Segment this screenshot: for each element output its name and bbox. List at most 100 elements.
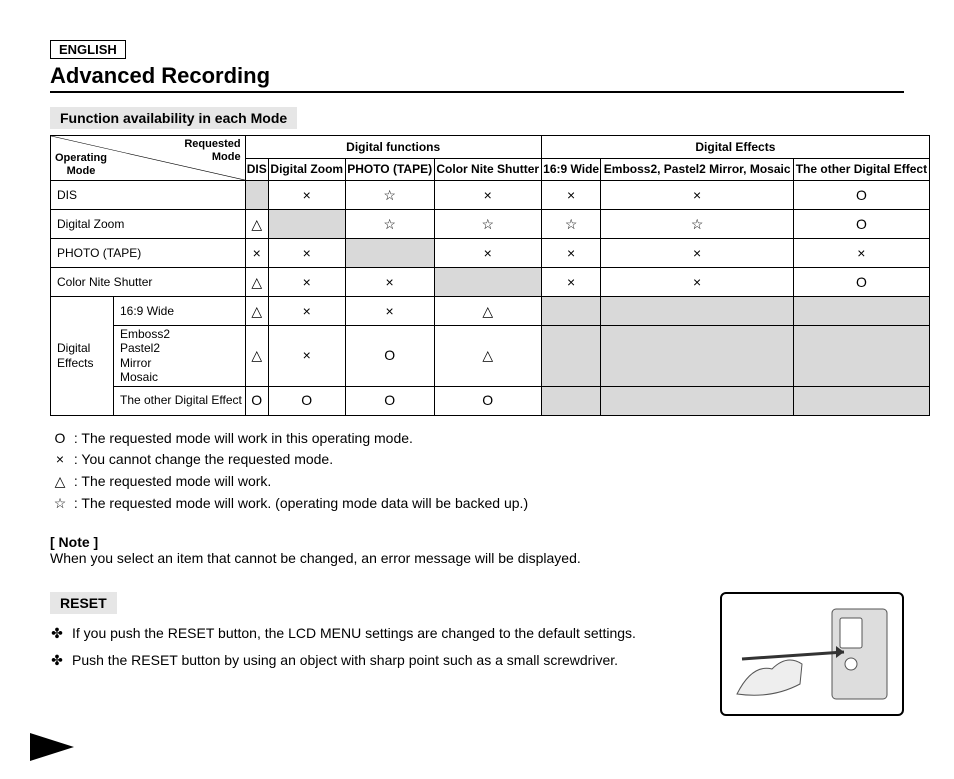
legend-block: O : The requested mode will work in this… xyxy=(50,428,904,515)
legend-text-star: The requested mode will work. (operating… xyxy=(81,495,528,511)
reset-bullet-list: ✤ If you push the RESET button, the LCD M… xyxy=(50,622,706,671)
cell: △ xyxy=(434,297,541,326)
legend-text-x: You cannot change the requested mode. xyxy=(81,451,333,467)
reset-bullet-2: Push the RESET button by using an object… xyxy=(72,649,618,671)
cell: × xyxy=(268,268,345,297)
table-row: DIS × ☆ × × × O xyxy=(51,181,930,210)
manual-page: ENGLISH Advanced Recording Function avai… xyxy=(0,0,954,716)
row-emboss-group: Emboss2 Pastel2 Mirror Mosaic xyxy=(114,326,246,387)
cell: ☆ xyxy=(345,210,434,239)
table-row: Digital Effects 16:9 Wide △ × × △ xyxy=(51,297,930,326)
cell: △ xyxy=(434,326,541,387)
cell-shaded xyxy=(345,239,434,268)
row-photo-tape: PHOTO (TAPE) xyxy=(51,239,246,268)
cell: O xyxy=(345,326,434,387)
section-header-availability: Function availability in each Mode xyxy=(50,107,297,129)
reset-illustration-svg xyxy=(732,604,892,704)
cell-shaded xyxy=(541,326,601,387)
cell: O xyxy=(793,268,929,297)
col-digital-zoom: Digital Zoom xyxy=(268,158,345,181)
table-row: Emboss2 Pastel2 Mirror Mosaic △ × O △ xyxy=(51,326,930,387)
col-other-effect: The other Digital Effect xyxy=(793,158,929,181)
table-row: The other Digital Effect O O O O xyxy=(51,386,930,415)
reset-bullet-1: If you push the RESET button, the LCD ME… xyxy=(72,622,636,644)
cell: × xyxy=(268,181,345,210)
legend-icon-triangle: △ xyxy=(50,471,70,493)
col-dis: DIS xyxy=(245,158,268,181)
cell: × xyxy=(268,297,345,326)
cell-shaded xyxy=(601,326,793,387)
row-color-nite: Color Nite Shutter xyxy=(51,268,246,297)
cell-shaded xyxy=(434,268,541,297)
cell: × xyxy=(345,297,434,326)
cell: O xyxy=(793,210,929,239)
legend-icon-o: O xyxy=(50,428,70,450)
page-title: Advanced Recording xyxy=(50,63,904,93)
cell: × xyxy=(541,268,601,297)
page-number: 52 xyxy=(80,738,93,752)
cell: O xyxy=(245,386,268,415)
header-requested-mode: Requested Mode xyxy=(184,138,240,164)
cell-shaded xyxy=(541,297,601,326)
reset-illustration xyxy=(720,592,904,716)
cell: ☆ xyxy=(345,181,434,210)
header-operating-mode: Operating Mode xyxy=(55,152,107,178)
cell: O xyxy=(793,181,929,210)
availability-table: Requested Mode Operating Mode Digital fu… xyxy=(50,135,930,416)
cell-shaded xyxy=(601,297,793,326)
cell-shaded xyxy=(268,210,345,239)
col-photo-tape: PHOTO (TAPE) xyxy=(345,158,434,181)
cell: × xyxy=(541,239,601,268)
row-169-wide: 16:9 Wide xyxy=(114,297,246,326)
cell: × xyxy=(434,239,541,268)
row-dis: DIS xyxy=(51,181,246,210)
cell: ☆ xyxy=(541,210,601,239)
cell: O xyxy=(434,386,541,415)
cell: ☆ xyxy=(601,210,793,239)
section-header-reset: RESET xyxy=(50,592,117,614)
col-emboss-group: Emboss2, Pastel2 Mirror, Mosaic xyxy=(601,158,793,181)
table-row: PHOTO (TAPE) × × × × × × xyxy=(51,239,930,268)
bullet-icon: ✤ xyxy=(50,622,64,644)
cell: × xyxy=(601,239,793,268)
note-block: [ Note ] When you select an item that ca… xyxy=(50,534,904,566)
note-label: [ Note ] xyxy=(50,534,904,550)
legend-text-triangle: The requested mode will work. xyxy=(81,473,271,489)
language-label: ENGLISH xyxy=(50,40,126,59)
row-group-digital-effects: Digital Effects xyxy=(51,297,114,416)
legend-icon-star: ☆ xyxy=(50,493,70,515)
cell-shaded xyxy=(793,326,929,387)
cell: △ xyxy=(245,326,268,387)
cell: O xyxy=(268,386,345,415)
cell-shaded xyxy=(793,297,929,326)
table-row: Color Nite Shutter △ × × × × O xyxy=(51,268,930,297)
legend-icon-x: × xyxy=(50,449,70,471)
cell-shaded xyxy=(245,181,268,210)
cell: ☆ xyxy=(434,210,541,239)
cell: × xyxy=(268,326,345,387)
header-digital-functions: Digital functions xyxy=(245,136,541,159)
cell: × xyxy=(268,239,345,268)
cell: × xyxy=(601,268,793,297)
bullet-icon: ✤ xyxy=(50,649,64,671)
row-digital-zoom: Digital Zoom xyxy=(51,210,246,239)
diagonal-header-cell: Requested Mode Operating Mode xyxy=(51,136,246,181)
col-169-wide: 16:9 Wide xyxy=(541,158,601,181)
cell: × xyxy=(601,181,793,210)
cell-shaded xyxy=(793,386,929,415)
legend-text-o: The requested mode will work in this ope… xyxy=(81,430,413,446)
cell: O xyxy=(345,386,434,415)
cell: × xyxy=(793,239,929,268)
col-color-nite: Color Nite Shutter xyxy=(434,158,541,181)
header-digital-effects: Digital Effects xyxy=(541,136,929,159)
cell: × xyxy=(434,181,541,210)
page-number-badge: 52 xyxy=(30,733,74,761)
cell: △ xyxy=(245,210,268,239)
cell: × xyxy=(541,181,601,210)
note-text: When you select an item that cannot be c… xyxy=(50,550,904,566)
cell-shaded xyxy=(541,386,601,415)
table-row: Digital Zoom △ ☆ ☆ ☆ ☆ O xyxy=(51,210,930,239)
cell-shaded xyxy=(601,386,793,415)
cell: × xyxy=(345,268,434,297)
row-other-effect: The other Digital Effect xyxy=(114,386,246,415)
